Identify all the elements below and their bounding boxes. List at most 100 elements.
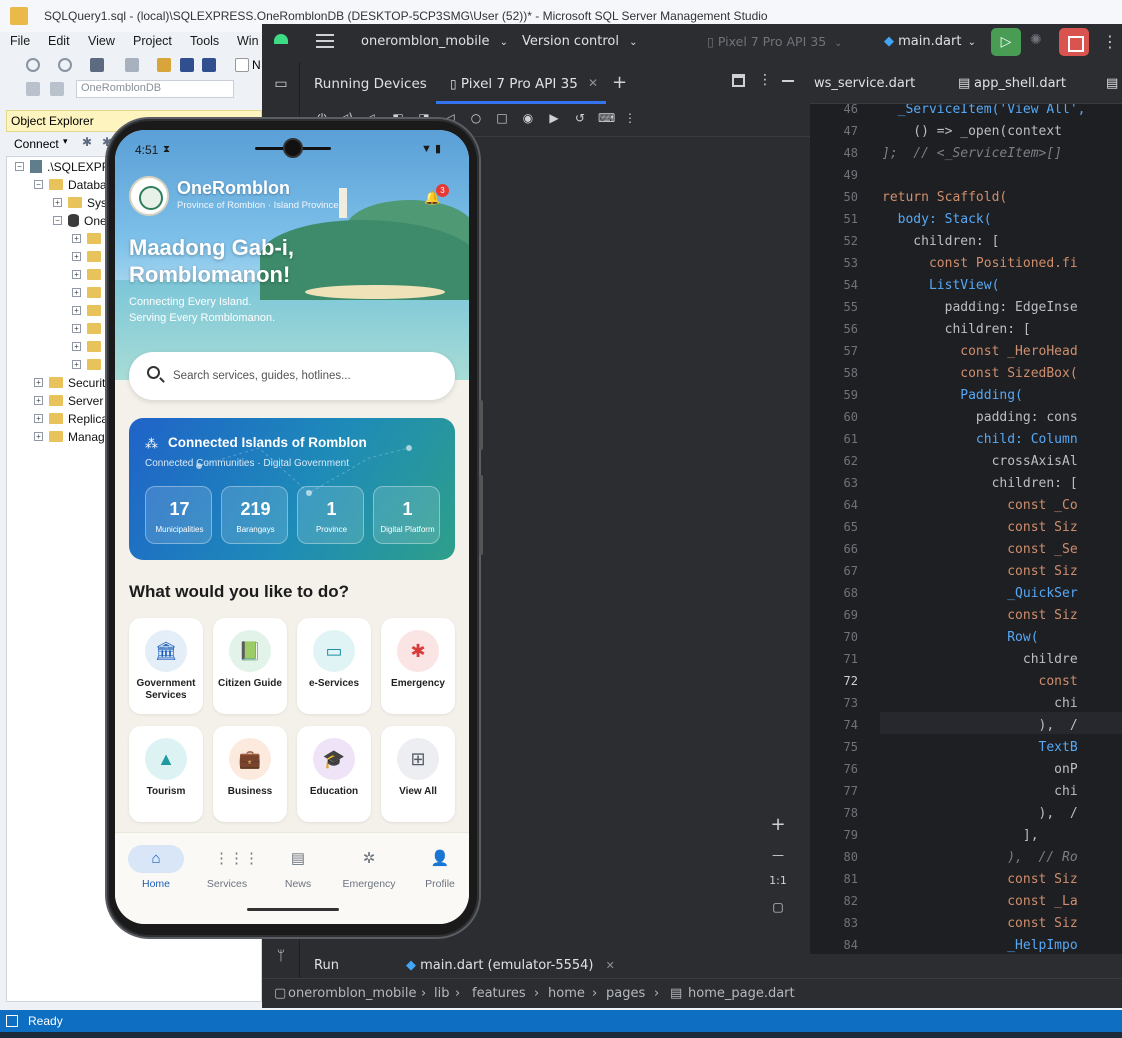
expand-icon[interactable]: +	[72, 324, 81, 334]
menu-window[interactable]: Win	[237, 34, 259, 48]
close-tab-icon[interactable]: ✕	[606, 959, 615, 972]
code-area[interactable]: _ServiceItem('View All', () => _open(con…	[880, 104, 1122, 960]
connected-islands-card[interactable]: ⁂ Connected Islands of Romblon Connected…	[129, 418, 455, 560]
screen-record-icon[interactable]: ▶	[546, 110, 562, 126]
expand-icon[interactable]: +	[53, 198, 62, 208]
git-branch-icon[interactable]: ᛘ	[269, 944, 293, 968]
nav-item-profile[interactable]: 👤 Profile	[405, 847, 469, 897]
menu-file[interactable]: File	[10, 34, 30, 48]
service-card[interactable]: ▭ e-Services	[297, 618, 371, 714]
run-config-selector[interactable]: ◆ main.dart ⌄	[884, 34, 976, 49]
window-layout-icon[interactable]	[732, 74, 745, 87]
breadcrumb-home[interactable]: home	[548, 986, 585, 1001]
close-tab-icon[interactable]: ✕	[588, 76, 598, 90]
home-nav-icon[interactable]: ○	[468, 110, 484, 126]
stop-button[interactable]	[1059, 28, 1089, 56]
more-controls-icon[interactable]: ⋮	[622, 110, 638, 126]
plug-icon[interactable]	[26, 82, 40, 96]
editor-tab-ws-service[interactable]: ws_service.dart	[814, 76, 915, 91]
connect-button[interactable]: Connect	[14, 137, 59, 151]
code-line: children: [	[882, 322, 1031, 337]
zoom-out-icon[interactable]: —	[763, 848, 793, 862]
code-line: Row(	[882, 630, 1039, 645]
expand-icon[interactable]: +	[72, 234, 81, 244]
connect-object-icon[interactable]: ✱	[82, 135, 92, 149]
version-control-menu[interactable]: Version control ⌄	[522, 34, 638, 49]
studio-top-bar: oneromblon_mobile ⌄ Version control ⌄ ▯ …	[262, 24, 1122, 62]
service-card[interactable]: 🏛 Government Services	[129, 618, 203, 714]
zoom-actual-size[interactable]: 1:1	[763, 874, 793, 887]
overview-nav-icon[interactable]: □	[494, 110, 510, 126]
device-selector[interactable]: ▯ Pixel 7 Pro API 35 ⌄	[707, 34, 843, 49]
tree-node[interactable]: +Security	[34, 375, 111, 393]
zoom-in-icon[interactable]: +	[763, 814, 793, 835]
back-icon[interactable]	[26, 58, 40, 72]
menu-view[interactable]: View	[88, 34, 115, 48]
service-card[interactable]: ▲ Tourism	[129, 726, 203, 822]
search-input[interactable]	[173, 366, 443, 386]
breadcrumb-features[interactable]: features	[472, 986, 526, 1001]
expand-icon[interactable]: +	[34, 396, 43, 406]
project-selector[interactable]: oneromblon_mobile ⌄	[361, 34, 508, 49]
service-card[interactable]: ⊞ View All	[381, 726, 455, 822]
new-project-icon[interactable]	[90, 58, 104, 72]
zoom-fit-icon[interactable]: ▢	[763, 900, 793, 914]
minimize-panel-icon[interactable]	[782, 80, 794, 82]
nav-item-services[interactable]: ⋮⋮⋮ Services	[192, 847, 262, 897]
code-line: ListView(	[882, 278, 1000, 293]
nav-item-news[interactable]: ▤ News	[263, 847, 333, 897]
connect-dropdown-icon[interactable]: ▾	[63, 136, 68, 147]
service-card[interactable]: 📗 Citizen Guide	[213, 618, 287, 714]
expand-icon[interactable]: +	[72, 288, 81, 298]
tab-device[interactable]: ▯ Pixel 7 Pro API 35	[450, 76, 578, 92]
more-options-icon[interactable]: ⋮	[1102, 32, 1118, 51]
nav-item-emergency[interactable]: ✲ Emergency	[334, 847, 404, 897]
project-folder-icon[interactable]: ▭	[269, 72, 293, 96]
main-menu-icon[interactable]	[316, 34, 334, 50]
breadcrumb-file[interactable]: home_page.dart	[688, 986, 795, 1001]
service-card[interactable]: 🎓 Education	[297, 726, 371, 822]
expand-icon[interactable]: +	[72, 360, 81, 370]
open-folder-icon[interactable]	[157, 58, 171, 72]
breadcrumb-pages[interactable]: pages	[606, 986, 645, 1001]
expand-icon[interactable]: +	[72, 252, 81, 262]
collapse-icon[interactable]: −	[53, 216, 62, 226]
database-selector[interactable]: OneRomblonDB	[76, 80, 234, 98]
keyboard-icon[interactable]: ⌨	[598, 110, 615, 126]
nav-item-home[interactable]: ⌂ Home	[121, 845, 191, 897]
breadcrumb-project[interactable]: oneromblon_mobile	[288, 986, 417, 1001]
expand-icon[interactable]: +	[72, 270, 81, 280]
panel-options-icon[interactable]: ⋮	[758, 72, 772, 88]
save-icon[interactable]	[180, 58, 194, 72]
new-query-label[interactable]: N	[252, 58, 261, 72]
devices-icon: ▭	[313, 630, 355, 672]
collapse-icon[interactable]: −	[34, 180, 43, 190]
menu-tools[interactable]: Tools	[190, 34, 219, 48]
menu-project[interactable]: Project	[133, 34, 172, 48]
expand-icon[interactable]: +	[34, 414, 43, 424]
line-number: 83	[843, 916, 858, 930]
screenshot-icon[interactable]: ◉	[520, 110, 536, 126]
add-device-icon[interactable]: +	[612, 72, 627, 93]
debug-icon[interactable]: ✺	[1030, 32, 1050, 52]
search-bar[interactable]	[129, 352, 455, 400]
run-tab[interactable]: Run	[314, 958, 339, 973]
new-query-icon[interactable]	[235, 58, 249, 72]
save-all-icon[interactable]	[202, 58, 216, 72]
menu-edit[interactable]: Edit	[48, 34, 70, 48]
breadcrumb-lib[interactable]: lib	[434, 986, 449, 1001]
expand-icon[interactable]: +	[34, 432, 43, 442]
connect-icon[interactable]	[50, 82, 64, 96]
editor-tab-app-shell[interactable]: app_shell.dart	[974, 76, 1066, 91]
run-config-tab[interactable]: ◆ main.dart (emulator-5554) ✕	[406, 958, 615, 973]
service-card[interactable]: 💼 Business	[213, 726, 287, 822]
run-button[interactable]: ▷	[991, 28, 1021, 56]
expand-icon[interactable]: +	[34, 378, 43, 388]
collapse-icon[interactable]: −	[15, 162, 24, 172]
forward-icon[interactable]	[58, 58, 72, 72]
snapshot-icon[interactable]: ↺	[572, 110, 588, 126]
expand-icon[interactable]: +	[72, 342, 81, 352]
add-item-icon[interactable]	[125, 58, 139, 72]
service-card[interactable]: ✱ Emergency	[381, 618, 455, 714]
expand-icon[interactable]: +	[72, 306, 81, 316]
